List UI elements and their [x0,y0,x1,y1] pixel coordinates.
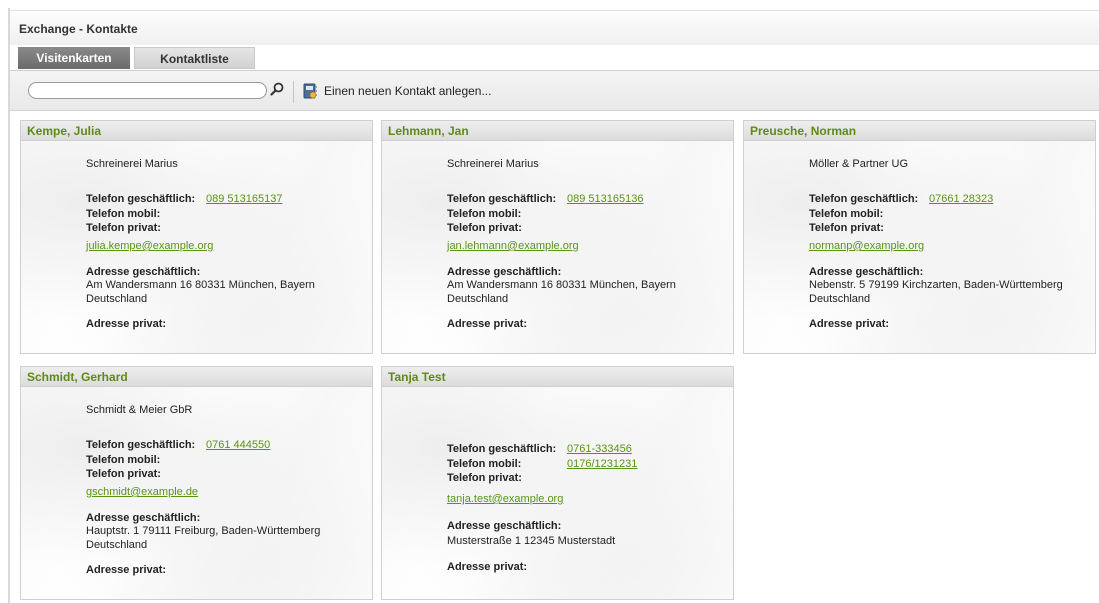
phone-business-link[interactable]: 0761-333456 [567,443,632,455]
label-address-private: Adresse privat: [86,564,167,576]
label-phone-private: Telefon privat: [809,222,884,234]
label-phone-mobile: Telefon mobil: [86,454,161,466]
tab-visitenkarten[interactable]: Visitenkarten [18,47,130,69]
email-link[interactable]: julia.kempe@example.org [86,240,213,252]
address-country: Deutschland [809,293,871,305]
email-link[interactable]: normanp@example.org [809,240,924,252]
label-address-private: Adresse privat: [447,561,528,573]
contact-name-link[interactable]: Preusche, Norman [750,124,856,138]
email-link[interactable]: tanja.test@example.org [447,493,563,505]
company-name: Schreinerei Marius [86,158,178,170]
card-header: Preusche, Norman [744,121,1095,141]
label-address-business: Adresse geschäftlich: [86,512,201,524]
phone-business-link[interactable]: 089 513165136 [567,193,643,205]
label-address-business: Adresse geschäftlich: [86,266,201,278]
card-header: Lehmann, Jan [382,121,733,141]
search-icon[interactable] [270,82,284,96]
address-line: Am Wandersmann 16 80331 München, Bayern [447,279,676,291]
label-phone-business: Telefon geschäftlich: [86,193,196,205]
window-titlebar: Exchange - Kontakte [10,10,1099,45]
address-country: Deutschland [86,539,148,551]
new-contact-label: Einen neuen Kontakt anlegen... [324,84,492,98]
address-line: Hauptstr. 1 79111 Freiburg, Baden-Württe… [86,525,321,537]
card-header: Tanja Test [382,367,733,387]
top-strip [0,0,1099,7]
label-phone-mobile: Telefon mobil: [86,208,161,220]
label-address-business: Adresse geschäftlich: [809,266,924,278]
contact-name-link[interactable]: Kempe, Julia [27,124,101,138]
contact-name-link[interactable]: Tanja Test [388,370,446,384]
label-phone-business: Telefon geschäftlich: [86,439,196,451]
label-phone-mobile: Telefon mobil: [447,208,522,220]
address-country: Deutschland [86,293,148,305]
company-name: Schreinerei Marius [447,158,539,170]
contact-card[interactable]: Preusche, Norman Möller & Partner UG Tel… [743,120,1096,354]
label-phone-business: Telefon geschäftlich: [809,193,919,205]
email-link[interactable]: gschmidt@example.de [86,486,198,498]
label-address-business: Adresse geschäftlich: [447,266,562,278]
contact-name-link[interactable]: Schmidt, Gerhard [27,370,128,384]
company-name: Möller & Partner UG [809,158,909,170]
address-line: Am Wandersmann 16 80331 München, Bayern [86,279,315,291]
label-address-business: Adresse geschäftlich: [447,520,562,532]
phone-business-link[interactable]: 089 513165137 [206,193,282,205]
toolbar-separator [293,81,294,103]
label-phone-business: Telefon geschäftlich: [447,193,557,205]
label-phone-mobile: Telefon mobil: [447,458,522,470]
contact-name-link[interactable]: Lehmann, Jan [388,124,469,138]
contact-card[interactable]: Lehmann, Jan Schreinerei Marius Telefon … [381,120,734,354]
label-phone-private: Telefon privat: [447,222,522,234]
label-address-private: Adresse privat: [447,318,528,330]
label-phone-private: Telefon privat: [86,222,161,234]
label-address-private: Adresse privat: [86,318,167,330]
window-title: Exchange - Kontakte [19,22,138,36]
tab-kontaktliste[interactable]: Kontaktliste [134,47,255,69]
card-header: Kempe, Julia [21,121,372,141]
company-name: Schmidt & Meier GbR [86,404,193,416]
toolbar: Einen neuen Kontakt anlegen... [10,70,1099,111]
phone-business-link[interactable]: 0761 444550 [206,439,270,451]
label-phone-private: Telefon privat: [447,472,522,484]
email-link[interactable]: jan.lehmann@example.org [447,240,579,252]
contact-card[interactable]: Schmidt, Gerhard Schmidt & Meier GbR Tel… [20,366,373,600]
label-phone-mobile: Telefon mobil: [809,208,884,220]
phone-mobile-link[interactable]: 0176/1231231 [567,458,637,470]
phone-business-link[interactable]: 07661 28323 [929,193,993,205]
label-address-private: Adresse privat: [809,318,890,330]
contact-card[interactable]: Kempe, Julia Schreinerei Marius Telefon … [20,120,373,354]
label-phone-private: Telefon privat: [86,468,161,480]
card-header: Schmidt, Gerhard [21,367,372,387]
address-country: Deutschland [447,293,509,305]
search-input[interactable] [28,82,267,99]
address-line: Nebenstr. 5 79199 Kirchzarten, Baden-Wür… [809,279,1063,291]
address-book-icon [303,83,317,99]
label-phone-business: Telefon geschäftlich: [447,443,557,455]
contact-card[interactable]: Tanja Test Telefon geschäftlich: 0761-33… [381,366,734,600]
address-line: Musterstraße 1 12345 Musterstadt [447,535,616,547]
